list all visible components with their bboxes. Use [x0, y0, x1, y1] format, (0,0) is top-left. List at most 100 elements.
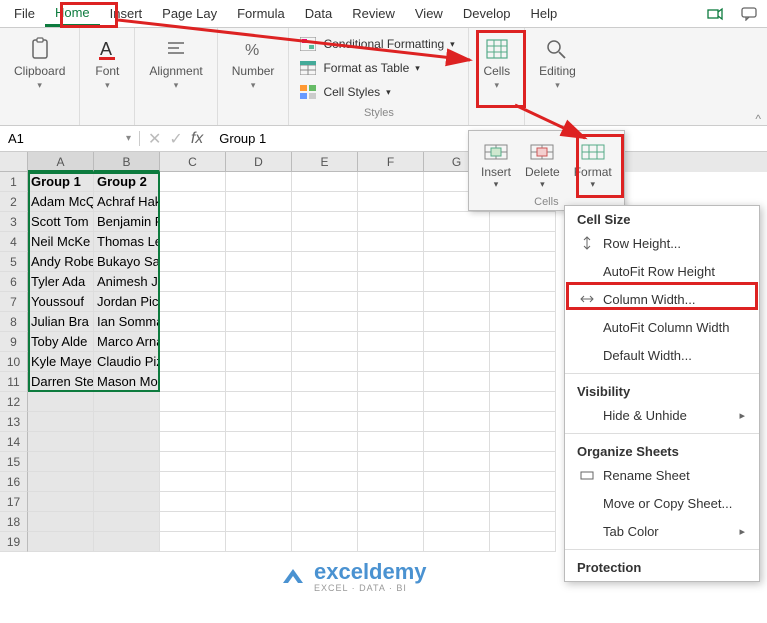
menu-move-copy[interactable]: Move or Copy Sheet...: [565, 489, 759, 517]
cell[interactable]: Achraf Hakimi: [94, 192, 160, 212]
cell[interactable]: [28, 432, 94, 452]
cell[interactable]: [490, 492, 556, 512]
row-header[interactable]: 11: [0, 372, 28, 392]
cell[interactable]: [226, 532, 292, 552]
cell[interactable]: [226, 472, 292, 492]
cell[interactable]: Marco Arnautovic: [94, 332, 160, 352]
tab-view[interactable]: View: [405, 2, 453, 25]
cell[interactable]: [490, 392, 556, 412]
cell[interactable]: [358, 392, 424, 412]
cell[interactable]: [226, 312, 292, 332]
format-as-table-button[interactable]: Format as Table▾: [299, 58, 419, 78]
menu-rename-sheet[interactable]: Rename Sheet: [565, 461, 759, 489]
cell[interactable]: [292, 432, 358, 452]
cell[interactable]: Kyle Maye: [28, 352, 94, 372]
cell[interactable]: [226, 512, 292, 532]
tab-page-layout[interactable]: Page Lay: [152, 2, 227, 25]
row-header[interactable]: 12: [0, 392, 28, 412]
cell[interactable]: [490, 432, 556, 452]
cell[interactable]: [292, 472, 358, 492]
cell[interactable]: [160, 472, 226, 492]
cell[interactable]: [292, 412, 358, 432]
cell[interactable]: [424, 212, 490, 232]
cell[interactable]: [226, 292, 292, 312]
col-header-D[interactable]: D: [226, 152, 292, 172]
row-header[interactable]: 1: [0, 172, 28, 192]
cell[interactable]: [226, 392, 292, 412]
cell[interactable]: [28, 512, 94, 532]
cell[interactable]: [490, 452, 556, 472]
cell[interactable]: [490, 352, 556, 372]
cell[interactable]: [160, 332, 226, 352]
cell[interactable]: Bukayo Saka: [94, 252, 160, 272]
cell[interactable]: [490, 252, 556, 272]
menu-column-width[interactable]: Column Width...: [565, 285, 759, 313]
cell[interactable]: [160, 312, 226, 332]
cell[interactable]: [424, 272, 490, 292]
col-header-A[interactable]: A: [28, 152, 94, 172]
cell[interactable]: [424, 232, 490, 252]
cell[interactable]: Group 1: [28, 172, 94, 192]
tab-review[interactable]: Review: [342, 2, 405, 25]
cell[interactable]: [28, 532, 94, 552]
cell[interactable]: [358, 232, 424, 252]
cell[interactable]: [490, 292, 556, 312]
cell[interactable]: Ian Sommar: [94, 312, 160, 332]
cell[interactable]: [292, 212, 358, 232]
tab-insert[interactable]: Insert: [100, 2, 153, 25]
row-header[interactable]: 15: [0, 452, 28, 472]
cell[interactable]: [358, 352, 424, 372]
cell[interactable]: [160, 192, 226, 212]
cell[interactable]: [490, 212, 556, 232]
cell[interactable]: [28, 452, 94, 472]
cell[interactable]: [292, 312, 358, 332]
cell[interactable]: Jordan Pickford: [94, 292, 160, 312]
cell[interactable]: [358, 272, 424, 292]
cell[interactable]: Julian Bra: [28, 312, 94, 332]
cell[interactable]: Toby Alde: [28, 332, 94, 352]
cell[interactable]: [292, 352, 358, 372]
enter-icon[interactable]: ✓: [169, 129, 182, 149]
cell[interactable]: [358, 372, 424, 392]
cell[interactable]: Youssouf: [28, 292, 94, 312]
cell[interactable]: [160, 432, 226, 452]
cell[interactable]: [28, 392, 94, 412]
cell[interactable]: [160, 412, 226, 432]
insert-button[interactable]: Insert ▾: [477, 137, 515, 192]
cell[interactable]: [358, 192, 424, 212]
cell[interactable]: [226, 332, 292, 352]
cell[interactable]: [490, 372, 556, 392]
cell[interactable]: [160, 512, 226, 532]
cell[interactable]: Thomas Lemar: [94, 232, 160, 252]
cell[interactable]: [28, 492, 94, 512]
row-header[interactable]: 5: [0, 252, 28, 272]
cell[interactable]: [358, 512, 424, 532]
cell[interactable]: [490, 312, 556, 332]
cell[interactable]: [226, 412, 292, 432]
row-header[interactable]: 16: [0, 472, 28, 492]
tab-data[interactable]: Data: [295, 2, 342, 25]
row-header[interactable]: 3: [0, 212, 28, 232]
menu-autofit-col[interactable]: AutoFit Column Width: [565, 313, 759, 341]
alignment-button[interactable]: Alignment ▾: [143, 32, 208, 95]
cell[interactable]: Claudio Pizzaro: [94, 352, 160, 372]
cell[interactable]: [358, 412, 424, 432]
menu-autofit-row[interactable]: AutoFit Row Height: [565, 257, 759, 285]
cell[interactable]: [292, 192, 358, 212]
cell[interactable]: [358, 212, 424, 232]
cell[interactable]: [358, 432, 424, 452]
cell[interactable]: [292, 272, 358, 292]
cell[interactable]: Andy Robe: [28, 252, 94, 272]
cell[interactable]: [160, 532, 226, 552]
cell[interactable]: [292, 532, 358, 552]
cell[interactable]: [358, 492, 424, 512]
cell[interactable]: [490, 512, 556, 532]
cell[interactable]: [28, 412, 94, 432]
row-header[interactable]: 13: [0, 412, 28, 432]
cell[interactable]: [424, 472, 490, 492]
tab-formula[interactable]: Formula: [227, 2, 295, 25]
cancel-icon[interactable]: ✕: [148, 129, 161, 149]
cell[interactable]: [292, 232, 358, 252]
cell[interactable]: [94, 532, 160, 552]
cell[interactable]: [160, 292, 226, 312]
